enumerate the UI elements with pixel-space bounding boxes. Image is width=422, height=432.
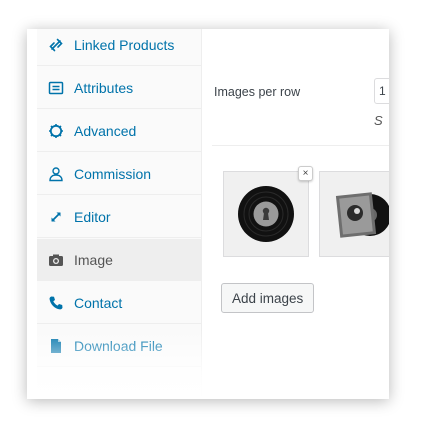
product-data-panel: Linked Products Attributes Advanced Comm… xyxy=(27,29,389,399)
gear-icon xyxy=(48,123,64,139)
sidebar-item-contact[interactable]: Contact xyxy=(37,282,201,324)
remove-image-button[interactable]: × xyxy=(298,166,313,181)
sidebar-item-label: Image xyxy=(74,251,113,268)
gallery-image-thumbnail[interactable] xyxy=(223,171,309,257)
album-cover-icon xyxy=(335,192,389,238)
sidebar-item-download-file[interactable]: Download File xyxy=(37,325,201,367)
camera-icon xyxy=(48,252,64,268)
sidebar-item-linked-products[interactable]: Linked Products xyxy=(37,29,201,66)
sidebar-item-label: Download File xyxy=(74,337,163,354)
sidebar-item-label: Commission xyxy=(74,165,152,182)
images-per-row-select[interactable]: 1 xyxy=(374,78,389,104)
list-icon xyxy=(48,80,64,96)
phone-icon xyxy=(48,295,64,311)
sidebar-item-advanced[interactable]: Advanced xyxy=(37,110,201,152)
gallery-image-thumbnail[interactable] xyxy=(319,171,389,257)
product-tabs-sidebar: Linked Products Attributes Advanced Comm… xyxy=(37,29,202,399)
sidebar-item-label: Advanced xyxy=(74,122,137,139)
sidebar-item-label: Linked Products xyxy=(74,36,175,53)
images-per-row-label: Images per row xyxy=(214,85,301,99)
sidebar-item-commission[interactable]: Commission xyxy=(37,153,201,195)
user-icon xyxy=(48,166,64,182)
file-icon xyxy=(48,338,64,354)
vinyl-record-icon xyxy=(238,186,294,242)
images-per-row-description: S xyxy=(374,113,383,128)
sidebar-item-label: Editor xyxy=(74,208,111,225)
section-divider xyxy=(212,145,389,146)
sidebar-item-attributes[interactable]: Attributes xyxy=(37,67,201,109)
sidebar-item-image[interactable]: Image xyxy=(37,239,201,281)
sidebar-item-label: Contact xyxy=(74,294,123,311)
link-icon xyxy=(48,37,64,53)
expand-icon xyxy=(48,209,64,225)
add-images-button[interactable]: Add images xyxy=(221,283,315,313)
sidebar-item-label: Attributes xyxy=(74,79,134,96)
sidebar-item-editor[interactable]: Editor xyxy=(37,196,201,238)
image-settings-panel: Images per row 1 S × Add images xyxy=(202,29,389,399)
